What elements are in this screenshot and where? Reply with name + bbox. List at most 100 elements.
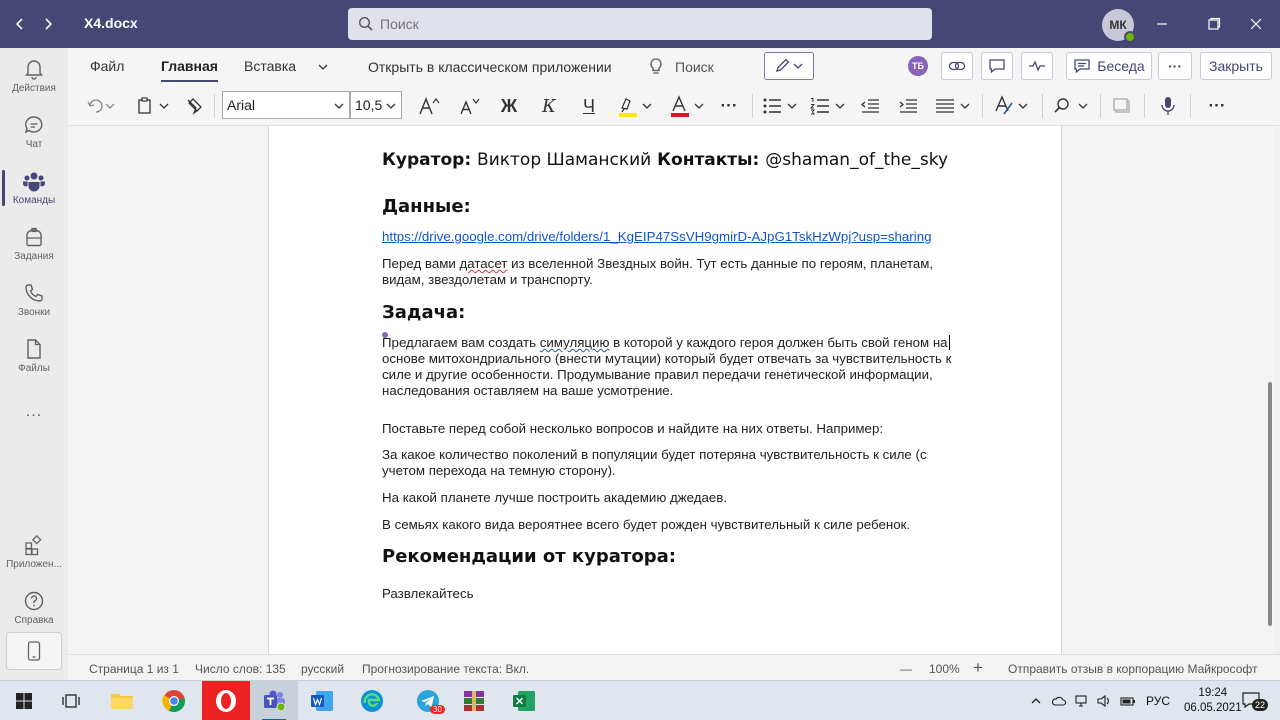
data-paragraph: Перед вами датасет из вселенной Звездных… [382, 256, 1002, 288]
font-name-dropdown[interactable]: Arial [222, 91, 350, 119]
format-painter-button[interactable] [182, 92, 206, 120]
tab-insert[interactable]: Вставка [244, 58, 296, 74]
zoom-in-button[interactable]: + [973, 658, 983, 678]
battery-icon[interactable] [1120, 694, 1136, 708]
chrome-taskbar[interactable] [150, 681, 198, 720]
font-size-dropdown[interactable]: 10,5 [350, 91, 402, 119]
winrar-taskbar[interactable] [450, 681, 498, 720]
chevron-down-icon[interactable] [317, 61, 329, 73]
bullets-button[interactable] [760, 92, 802, 120]
feedback-link[interactable]: Отправить отзыв в корпорацию Майкрософт [1008, 662, 1257, 676]
teams-taskbar[interactable] [250, 681, 298, 720]
shrink-font-button[interactable] [454, 92, 484, 120]
paste-button[interactable] [134, 92, 172, 120]
network-icon[interactable] [1074, 694, 1088, 708]
tab-home[interactable]: Главная [161, 58, 218, 82]
text-run: учетом перехода на темную сторону). [382, 463, 616, 478]
clock-time: 19:24 [1198, 687, 1228, 699]
underline-button[interactable]: Ч [574, 92, 604, 120]
zoom-out-button[interactable]: — [900, 662, 912, 676]
sidebar-item-label: Задания [14, 251, 54, 262]
sidebar-item-teams[interactable]: Команды [0, 160, 68, 216]
numbering-button[interactable] [808, 92, 850, 120]
notification-center-button[interactable]: 22 [1232, 681, 1272, 720]
document-canvas[interactable]: Куратор: Виктор Шаманский Контакты: @sha… [68, 126, 1274, 654]
sidebar-item-apps[interactable]: Приложен... [0, 524, 68, 580]
word-taskbar[interactable] [298, 681, 346, 720]
onedrive-icon[interactable] [1052, 694, 1066, 708]
chevron-up-icon[interactable] [1030, 695, 1042, 707]
more-icon: ··· [1168, 58, 1182, 74]
editing-mode-dropdown[interactable] [764, 52, 814, 80]
more-options-button[interactable]: ··· [1158, 52, 1192, 80]
volume-icon[interactable] [1096, 694, 1112, 708]
back-button[interactable] [6, 10, 34, 38]
undo-button[interactable] [82, 92, 120, 120]
font-color-button[interactable] [666, 92, 710, 120]
search-box[interactable] [348, 8, 932, 40]
highlight-color-button[interactable] [614, 92, 658, 120]
grammar-flagged-word[interactable]: симуляцию [540, 335, 610, 350]
download-mobile-app-button[interactable] [6, 632, 62, 670]
edge-icon [361, 690, 383, 712]
italic-button[interactable]: К [534, 92, 564, 120]
vertical-scrollbar[interactable] [1268, 382, 1272, 626]
forward-button[interactable] [34, 10, 62, 38]
task-view-button[interactable] [48, 681, 96, 720]
sidebar-item-activity[interactable]: Действия [0, 48, 68, 104]
file-explorer-taskbar[interactable] [98, 681, 146, 720]
sidebar-item-chat[interactable]: Чат [0, 104, 68, 160]
sidebar-item-calls[interactable]: Звонки [0, 272, 68, 328]
data-link[interactable]: https://drive.google.com/drive/folders/1… [382, 229, 1022, 245]
alignment-button[interactable] [932, 92, 976, 120]
bold-icon: Ж [500, 95, 518, 116]
open-desktop-app-button[interactable]: Открыть в классическом приложении [368, 59, 612, 75]
sidebar-more-button[interactable]: ... [0, 384, 68, 440]
close-document-button[interactable]: Закрыть [1200, 52, 1272, 80]
language-indicator[interactable]: русский [301, 662, 344, 676]
text-caret [948, 335, 950, 350]
document-page[interactable]: Куратор: Виктор Шаманский Контакты: @sha… [268, 126, 1062, 654]
bold-button[interactable]: Ж [494, 92, 524, 120]
word-count[interactable]: Число слов: 135 [195, 662, 286, 676]
comment-button[interactable] [981, 52, 1013, 80]
telegram-taskbar[interactable]: 30 [404, 681, 452, 720]
close-window-button[interactable] [1244, 12, 1268, 36]
coauthor-badge[interactable]: ТБ [908, 56, 928, 76]
styles-button[interactable] [990, 92, 1034, 120]
grow-font-button[interactable] [414, 92, 444, 120]
maximize-button[interactable] [1202, 12, 1226, 36]
system-tray: РУС 19:24 06.05.2021 [1030, 681, 1242, 720]
excel-taskbar[interactable] [500, 681, 548, 720]
minimize-button[interactable] [1150, 12, 1174, 36]
start-button[interactable] [0, 681, 48, 720]
increase-indent-button[interactable] [894, 92, 922, 120]
find-button[interactable] [1050, 92, 1094, 120]
reuse-files-button[interactable] [1108, 92, 1136, 120]
contacts-value: @shaman_of_the_sky [765, 150, 949, 170]
tab-file[interactable]: Файл [90, 58, 124, 74]
more-commands-button[interactable]: ··· [1202, 92, 1232, 120]
share-link-button[interactable] [941, 52, 973, 80]
chevron-down-icon [334, 103, 344, 109]
more-font-options-button[interactable]: ··· [714, 92, 744, 120]
decrease-indent-button[interactable] [856, 92, 884, 120]
zoom-level[interactable]: 100% [929, 662, 960, 676]
title-bar: X4.docx МК [0, 0, 1280, 48]
sidebar-item-assignments[interactable]: Задания [0, 216, 68, 272]
avatar[interactable]: МК [1102, 9, 1136, 43]
tell-me-search[interactable]: Поиск [675, 59, 714, 75]
text-prediction-status[interactable]: Прогнозирование текста: Вкл. [362, 662, 529, 676]
misspelled-word[interactable]: датасет [459, 256, 507, 271]
dictate-button[interactable] [1154, 92, 1182, 120]
help-icon [24, 591, 44, 611]
activity-button[interactable] [1021, 52, 1053, 80]
conversation-button[interactable]: Беседа [1066, 52, 1152, 80]
search-input[interactable] [380, 16, 900, 32]
edge-taskbar[interactable] [348, 681, 396, 720]
sidebar-item-files[interactable]: Файлы [0, 328, 68, 384]
input-language[interactable]: РУС [1146, 694, 1170, 708]
activity-icon [1029, 60, 1045, 72]
opera-taskbar[interactable] [202, 681, 250, 720]
sidebar-item-help[interactable]: Справка [0, 580, 68, 636]
